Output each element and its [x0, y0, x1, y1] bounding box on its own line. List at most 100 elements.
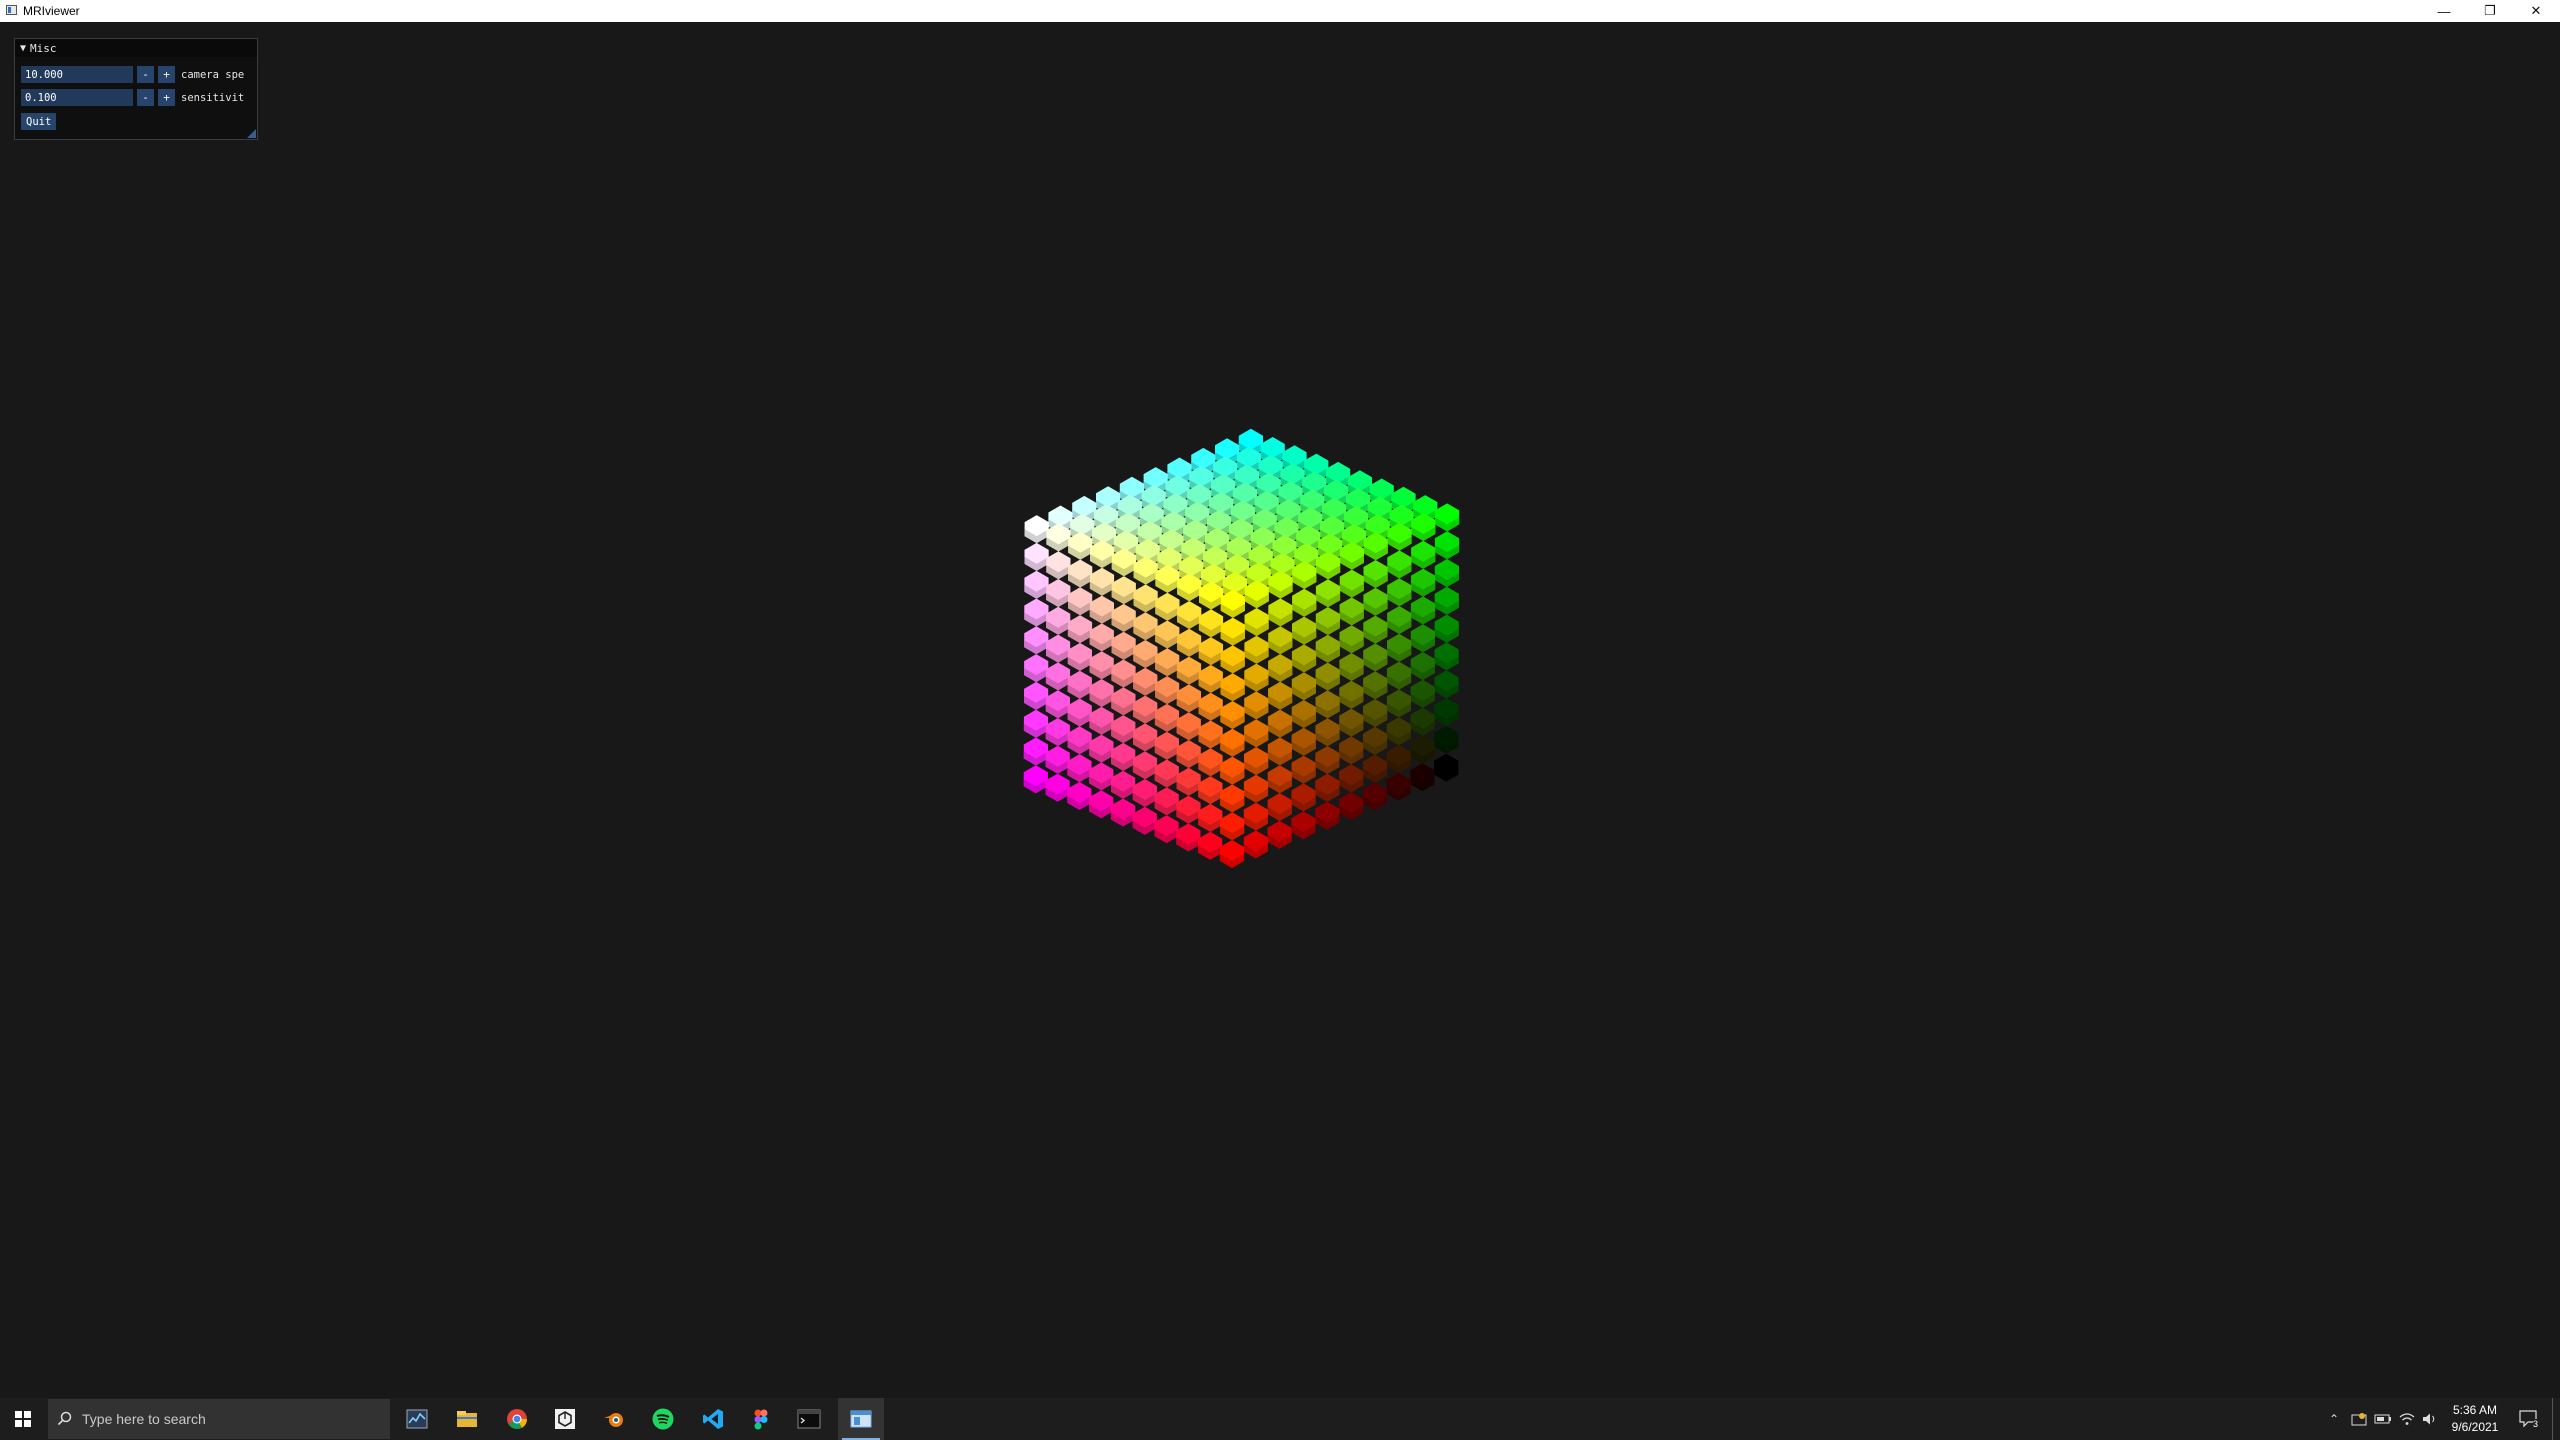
voxel: [1410, 679, 1435, 708]
voxel: [1386, 745, 1411, 773]
taskbar-clock[interactable]: 5:36 AM 9/6/2021: [2440, 1402, 2510, 1436]
resize-grip[interactable]: [247, 129, 256, 138]
camera-speed-input[interactable]: 10.000: [21, 66, 133, 83]
task-manager-icon[interactable]: [396, 1398, 438, 1440]
voxel: [1198, 609, 1224, 638]
figma-icon[interactable]: [740, 1398, 782, 1440]
voxel: [1133, 667, 1158, 696]
taskbar-search-box[interactable]: Type here to search: [48, 1399, 390, 1439]
voxel: [1386, 772, 1411, 801]
misc-panel[interactable]: ▼ Misc 10.000 - + camera spe 0.100 - + s…: [14, 38, 258, 140]
collapse-triangle-icon[interactable]: ▼: [20, 43, 26, 54]
voxel: [1220, 701, 1245, 729]
voxel: [1198, 748, 1223, 777]
voxel: [1291, 811, 1316, 840]
misc-header[interactable]: ▼ Misc: [15, 39, 257, 57]
voxel: [1067, 642, 1092, 671]
voxel: [1434, 642, 1459, 671]
voxel: [1339, 653, 1364, 681]
voxel: [1023, 737, 1048, 766]
voxel: [1198, 692, 1223, 721]
vscode-icon[interactable]: [692, 1398, 734, 1440]
start-button[interactable]: [0, 1398, 46, 1440]
voxel: [1024, 654, 1049, 683]
voxel: [1410, 707, 1435, 736]
voxel: [1133, 723, 1158, 752]
voxel: [1244, 663, 1269, 692]
voxel: [1132, 779, 1157, 807]
sensitivity-input[interactable]: 0.100: [21, 89, 133, 106]
voxel: [1315, 801, 1340, 830]
camera-speed-increment-button[interactable]: +: [158, 66, 175, 83]
window-title: MRIviewer: [23, 4, 80, 18]
title-bar: MRIviewer — ❐ ✕: [0, 0, 2560, 22]
unity-icon[interactable]: [544, 1398, 586, 1440]
mriviewer-icon[interactable]: [838, 1398, 884, 1440]
voxel: [1024, 570, 1049, 599]
voxel: [1434, 698, 1459, 726]
chrome-icon[interactable]: [496, 1398, 538, 1440]
voxel: [1133, 695, 1158, 724]
voxel: [1089, 567, 1115, 596]
voxel: [1339, 569, 1364, 598]
misc-header-label: Misc: [30, 41, 57, 55]
voxel: [1410, 735, 1435, 764]
voxel: [1155, 676, 1180, 705]
voxel: [1089, 734, 1114, 763]
voxel: [1268, 626, 1293, 655]
minimize-button[interactable]: —: [2421, 0, 2467, 22]
voxel: [1291, 727, 1316, 756]
file-explorer-icon[interactable]: [446, 1398, 488, 1440]
show-desktop-button[interactable]: [2552, 1398, 2560, 1440]
voxel: [1339, 736, 1364, 765]
voxel: [1339, 764, 1364, 793]
camera-speed-decrement-button[interactable]: -: [137, 66, 154, 83]
voxel: [1434, 531, 1460, 560]
terminal-icon[interactable]: [788, 1398, 830, 1440]
voxel: [1176, 740, 1201, 768]
voxel: [1220, 756, 1245, 785]
voxel: [1243, 802, 1268, 831]
defender-icon[interactable]: [2348, 1398, 2370, 1440]
spotify-icon[interactable]: [642, 1398, 684, 1440]
voxel: [1198, 720, 1223, 749]
voxel: [1339, 708, 1364, 737]
voxel: [1089, 679, 1114, 707]
volume-icon[interactable]: [2420, 1398, 2440, 1440]
voxel: [1363, 699, 1388, 727]
render-viewport[interactable]: [0, 22, 2560, 1398]
voxel: [1220, 673, 1245, 702]
chevron-up-icon[interactable]: ⌃: [2322, 1398, 2346, 1440]
sensitivity-row: 0.100 - + sensitivit: [21, 89, 244, 106]
voxel: [1111, 687, 1136, 716]
voxel: [1434, 559, 1459, 587]
voxel: [1268, 598, 1293, 627]
sensitivity-decrement-button[interactable]: -: [137, 89, 154, 106]
battery-icon[interactable]: [2372, 1398, 2394, 1440]
voxel: [1315, 579, 1341, 608]
blender-icon[interactable]: [594, 1398, 636, 1440]
voxel: [1111, 715, 1136, 744]
voxel: [1268, 654, 1293, 682]
voxel: [1220, 784, 1245, 813]
voxel: [1338, 792, 1364, 820]
notifications-button[interactable]: 3: [2514, 1398, 2544, 1440]
voxel: [1243, 830, 1268, 859]
voxel: [1111, 603, 1136, 632]
search-placeholder: Type here to search: [82, 1411, 206, 1427]
voxel: [1315, 662, 1340, 691]
quit-button[interactable]: Quit: [21, 113, 57, 130]
close-button[interactable]: ✕: [2513, 0, 2559, 22]
voxel: [1046, 634, 1071, 663]
voxel: [1023, 765, 1048, 794]
sensitivity-increment-button[interactable]: +: [158, 89, 175, 106]
voxel: [1219, 840, 1245, 868]
voxel: [1315, 746, 1340, 774]
voxel: [1386, 661, 1412, 690]
voxel: [1067, 781, 1092, 810]
voxel: [1363, 671, 1388, 700]
wifi-icon[interactable]: [2396, 1398, 2418, 1440]
camera-speed-label: camera spe: [181, 68, 245, 81]
restore-button[interactable]: ❐: [2467, 0, 2513, 22]
voxel: [1024, 542, 1049, 571]
